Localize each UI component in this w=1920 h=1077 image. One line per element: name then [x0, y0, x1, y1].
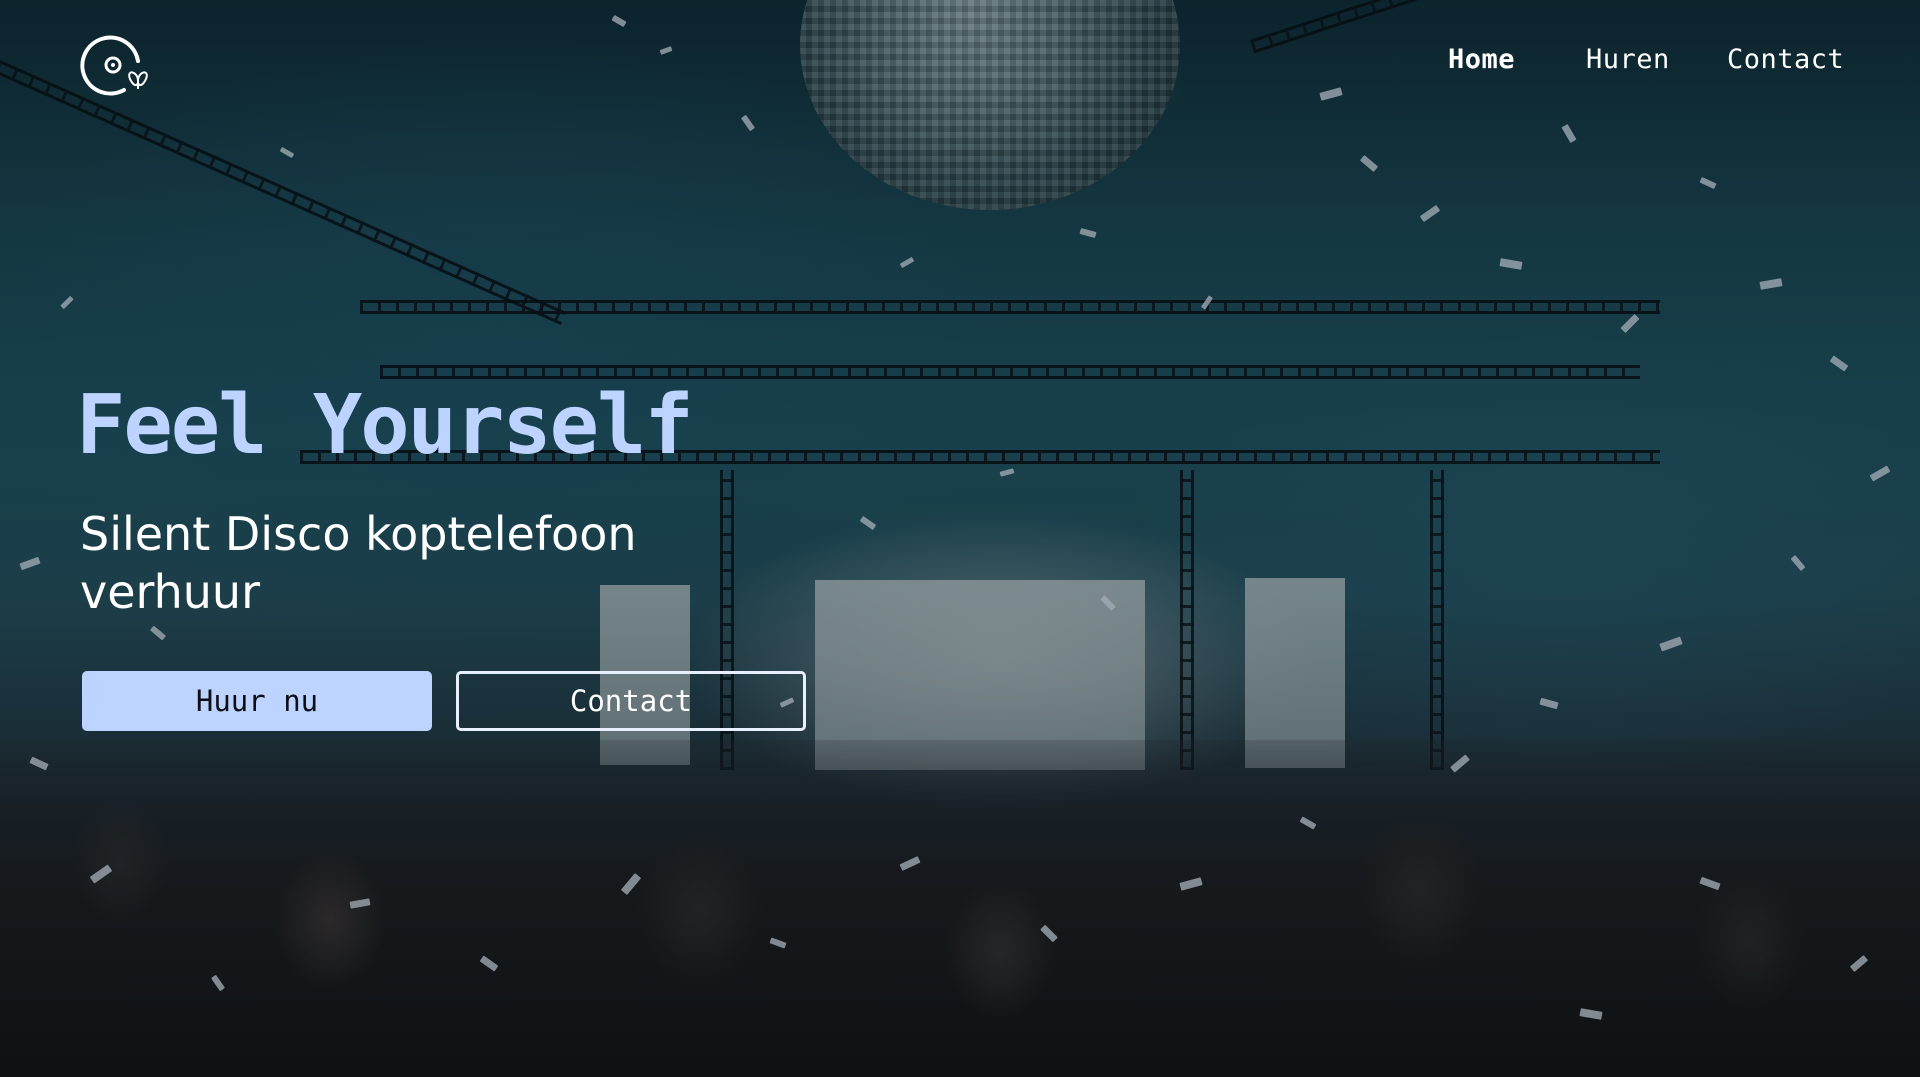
hero-title: Feel Yourself [76, 378, 694, 473]
disc-butterfly-logo-icon[interactable] [80, 33, 154, 97]
nav-item-contact[interactable]: Contact [1727, 44, 1844, 75]
nav-item-huren[interactable]: Huren [1586, 44, 1670, 75]
contact-button[interactable]: Contact [456, 671, 806, 731]
hero-subtitle: Silent Disco koptelefoon verhuur [80, 507, 637, 619]
nav-item-home[interactable]: Home [1448, 44, 1515, 75]
rent-now-button[interactable]: Huur nu [82, 671, 432, 731]
